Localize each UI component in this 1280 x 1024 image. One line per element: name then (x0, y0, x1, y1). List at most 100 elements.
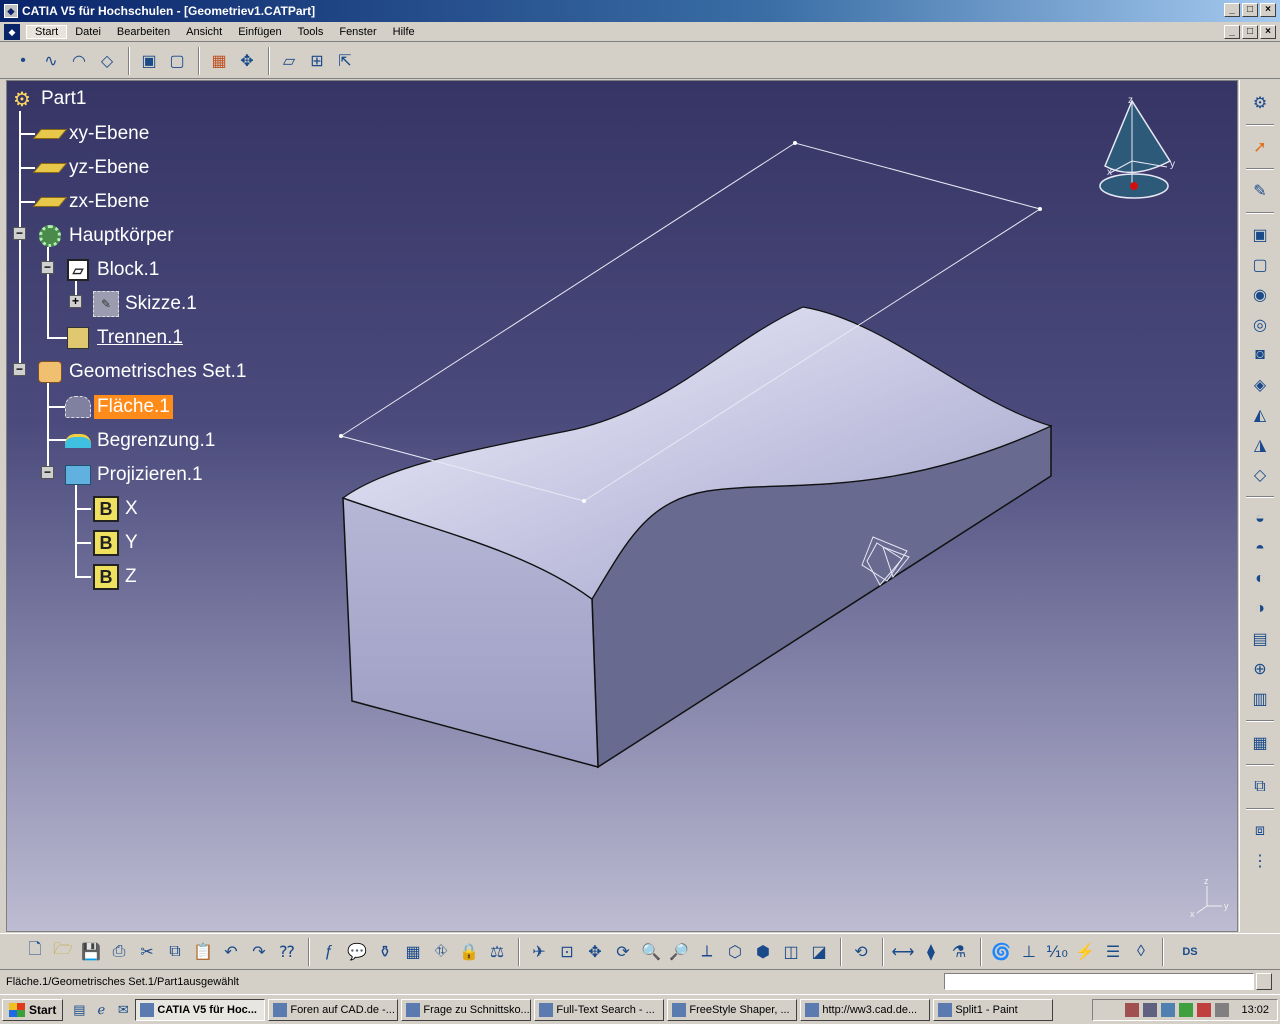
maximize-button[interactable]: □ (1242, 3, 1258, 17)
plane-icon[interactable]: ◇ (94, 48, 120, 74)
select-arrow-icon[interactable]: ➚ (1247, 134, 1273, 160)
tray-icon[interactable] (1197, 1003, 1212, 1017)
doc-restore-button[interactable]: □ (1242, 25, 1258, 39)
task-http[interactable]: http://ww3.cad.de... (800, 998, 931, 1021)
doc-close-button[interactable]: × (1260, 25, 1276, 39)
formula-icon[interactable]: ƒ (316, 939, 342, 965)
sketcher-icon[interactable]: ✎ (1247, 178, 1273, 204)
window-titlebar[interactable]: ◆ CATIA V5 für Hochschulen - [Geometriev… (0, 0, 1280, 22)
comment-icon[interactable]: 💬 (344, 939, 370, 965)
scale-icon[interactable]: ⅒ (1044, 939, 1070, 965)
shell-tool-icon[interactable]: ◑ (1247, 596, 1273, 622)
volume-icon[interactable] (1143, 1003, 1158, 1017)
fillet-tool-icon[interactable]: ◒ (1247, 506, 1273, 532)
layers-icon[interactable]: ☰ (1100, 939, 1126, 965)
apply-material-icon[interactable]: ⚗ (946, 939, 972, 965)
split-tool-icon[interactable]: ▦ (1247, 730, 1273, 756)
normal-view-icon[interactable]: ⟂ (694, 939, 720, 965)
tree-node-geoset[interactable]: Geometrisches Set.1 (37, 359, 249, 385)
zoom-out-icon[interactable]: 🔎 (666, 939, 692, 965)
collapse-toggle[interactable]: − (13, 363, 26, 376)
paste-icon[interactable]: 📋 (190, 939, 216, 965)
tree-node-x[interactable]: B X (93, 496, 141, 522)
tray-icon[interactable] (1215, 1003, 1230, 1017)
menu-ansicht[interactable]: Ansicht (178, 26, 230, 38)
task-catia[interactable]: CATIA V5 für Hoc... (135, 998, 266, 1021)
tray-icon[interactable] (1179, 1003, 1194, 1017)
tree-node-boundary[interactable]: Begrenzung.1 (65, 428, 218, 454)
boolean-tool-icon[interactable]: ⧉ (1247, 774, 1273, 800)
draft-tool-icon[interactable]: ◐ (1247, 566, 1273, 592)
menu-datei[interactable]: Datei (67, 26, 109, 38)
copy-icon[interactable]: ⧉ (162, 939, 188, 965)
chamfer-tool-icon[interactable]: ◓ (1247, 536, 1273, 562)
menu-tools[interactable]: Tools (290, 26, 332, 38)
close-button[interactable]: × (1260, 3, 1276, 17)
whats-this-icon[interactable]: ⇱ (332, 48, 358, 74)
tree-node-project[interactable]: Projizieren.1 (65, 462, 206, 488)
thread-tool-icon[interactable]: ⊕ (1247, 656, 1273, 682)
3d-viewport[interactable]: z x y z y x ⚙ Part1 xy-Ebene yz-Ebene zx… (6, 80, 1238, 932)
loft-tool-icon[interactable]: ◇ (1247, 462, 1273, 488)
tree-node-zx-plane[interactable]: zx-Ebene (32, 189, 152, 215)
menu-fenster[interactable]: Fenster (331, 26, 384, 38)
tree-node-part1[interactable]: ⚙ Part1 (9, 86, 89, 112)
minimize-button[interactable]: _ (1224, 3, 1240, 17)
arc-icon[interactable]: ◠ (66, 48, 92, 74)
settings-icon[interactable]: ⚙ (1247, 90, 1273, 116)
groove-tool-icon[interactable]: ◎ (1247, 312, 1273, 338)
new-document-icon[interactable]: 🗋 (22, 939, 48, 965)
print-icon[interactable]: ⎙ (106, 939, 132, 965)
hole-tool-icon[interactable]: ◙ (1247, 342, 1273, 368)
analysis-icon[interactable]: ⚡ (1072, 939, 1098, 965)
outlook-icon[interactable]: ✉ (113, 1000, 133, 1020)
shaft-tool-icon[interactable]: ◉ (1247, 282, 1273, 308)
catalog-icon[interactable]: ⊞ (304, 48, 330, 74)
tree-node-xy-plane[interactable]: xy-Ebene (32, 121, 152, 147)
rotate-icon[interactable]: ⟳ (610, 939, 636, 965)
fly-mode-icon[interactable]: ✈ (526, 939, 552, 965)
menu-bearbeiten[interactable]: Bearbeiten (109, 26, 178, 38)
pad-tool-icon[interactable]: ▣ (1247, 222, 1273, 248)
pattern-tool-icon[interactable]: ⋮ (1247, 848, 1273, 874)
spline-icon[interactable]: ∿ (38, 48, 64, 74)
collapse-toggle[interactable]: − (41, 261, 54, 274)
remove-face-icon[interactable]: ▥ (1247, 686, 1273, 712)
zoom-in-icon[interactable]: 🔍 (638, 939, 664, 965)
sheet-icon[interactable]: ◊ (1128, 939, 1154, 965)
stiffener-tool-icon[interactable]: ◮ (1247, 432, 1273, 458)
collapse-toggle[interactable]: − (41, 466, 54, 479)
menu-einfuegen[interactable]: Einfügen (230, 26, 289, 38)
tree-node-block[interactable]: ▱ Block.1 (65, 257, 162, 283)
compass-widget[interactable]: z x y (1099, 95, 1175, 199)
task-paint[interactable]: Split1 - Paint (933, 998, 1054, 1021)
table-icon[interactable]: ▦ (400, 939, 426, 965)
rib-tool-icon[interactable]: ◈ (1247, 372, 1273, 398)
tray-icon[interactable] (1125, 1003, 1140, 1017)
mirror-tool-icon[interactable]: ⧈ (1247, 818, 1273, 844)
expand-toggle[interactable]: + (69, 295, 82, 308)
hide-show-icon[interactable]: ◫ (778, 939, 804, 965)
measure-inertia-icon[interactable]: ⧫ (918, 939, 944, 965)
collapse-toggle[interactable]: − (13, 227, 26, 240)
document-menu-icon[interactable]: ◆ (4, 23, 20, 40)
shading-icon[interactable]: ⬢ (750, 939, 776, 965)
task-frage[interactable]: Frage zu Schnittsko... (401, 998, 532, 1021)
revolve-surface-icon[interactable]: ▢ (164, 48, 190, 74)
tree-node-yz-plane[interactable]: yz-Ebene (32, 155, 152, 181)
menu-hilfe[interactable]: Hilfe (385, 26, 423, 38)
task-freestyle[interactable]: FreeStyle Shaper, ... (667, 998, 798, 1021)
catia-app-icon[interactable]: ◆ (4, 4, 18, 18)
command-input[interactable] (944, 973, 1254, 990)
extrude-surface-icon[interactable]: ▣ (136, 48, 162, 74)
ie-icon[interactable]: ℯ (91, 1000, 111, 1020)
tree-node-y[interactable]: B Y (93, 530, 141, 556)
tree-node-surface[interactable]: Fläche.1 (65, 394, 173, 420)
doc-minimize-button[interactable]: _ (1224, 25, 1240, 39)
swap-space-icon[interactable]: ◪ (806, 939, 832, 965)
tree-node-main-body[interactable]: Hauptkörper (37, 223, 177, 249)
menu-start[interactable]: Start (26, 24, 68, 39)
thickness-tool-icon[interactable]: ▤ (1247, 626, 1273, 652)
pan-icon[interactable]: ✥ (582, 939, 608, 965)
redo-icon[interactable]: ↷ (246, 939, 272, 965)
